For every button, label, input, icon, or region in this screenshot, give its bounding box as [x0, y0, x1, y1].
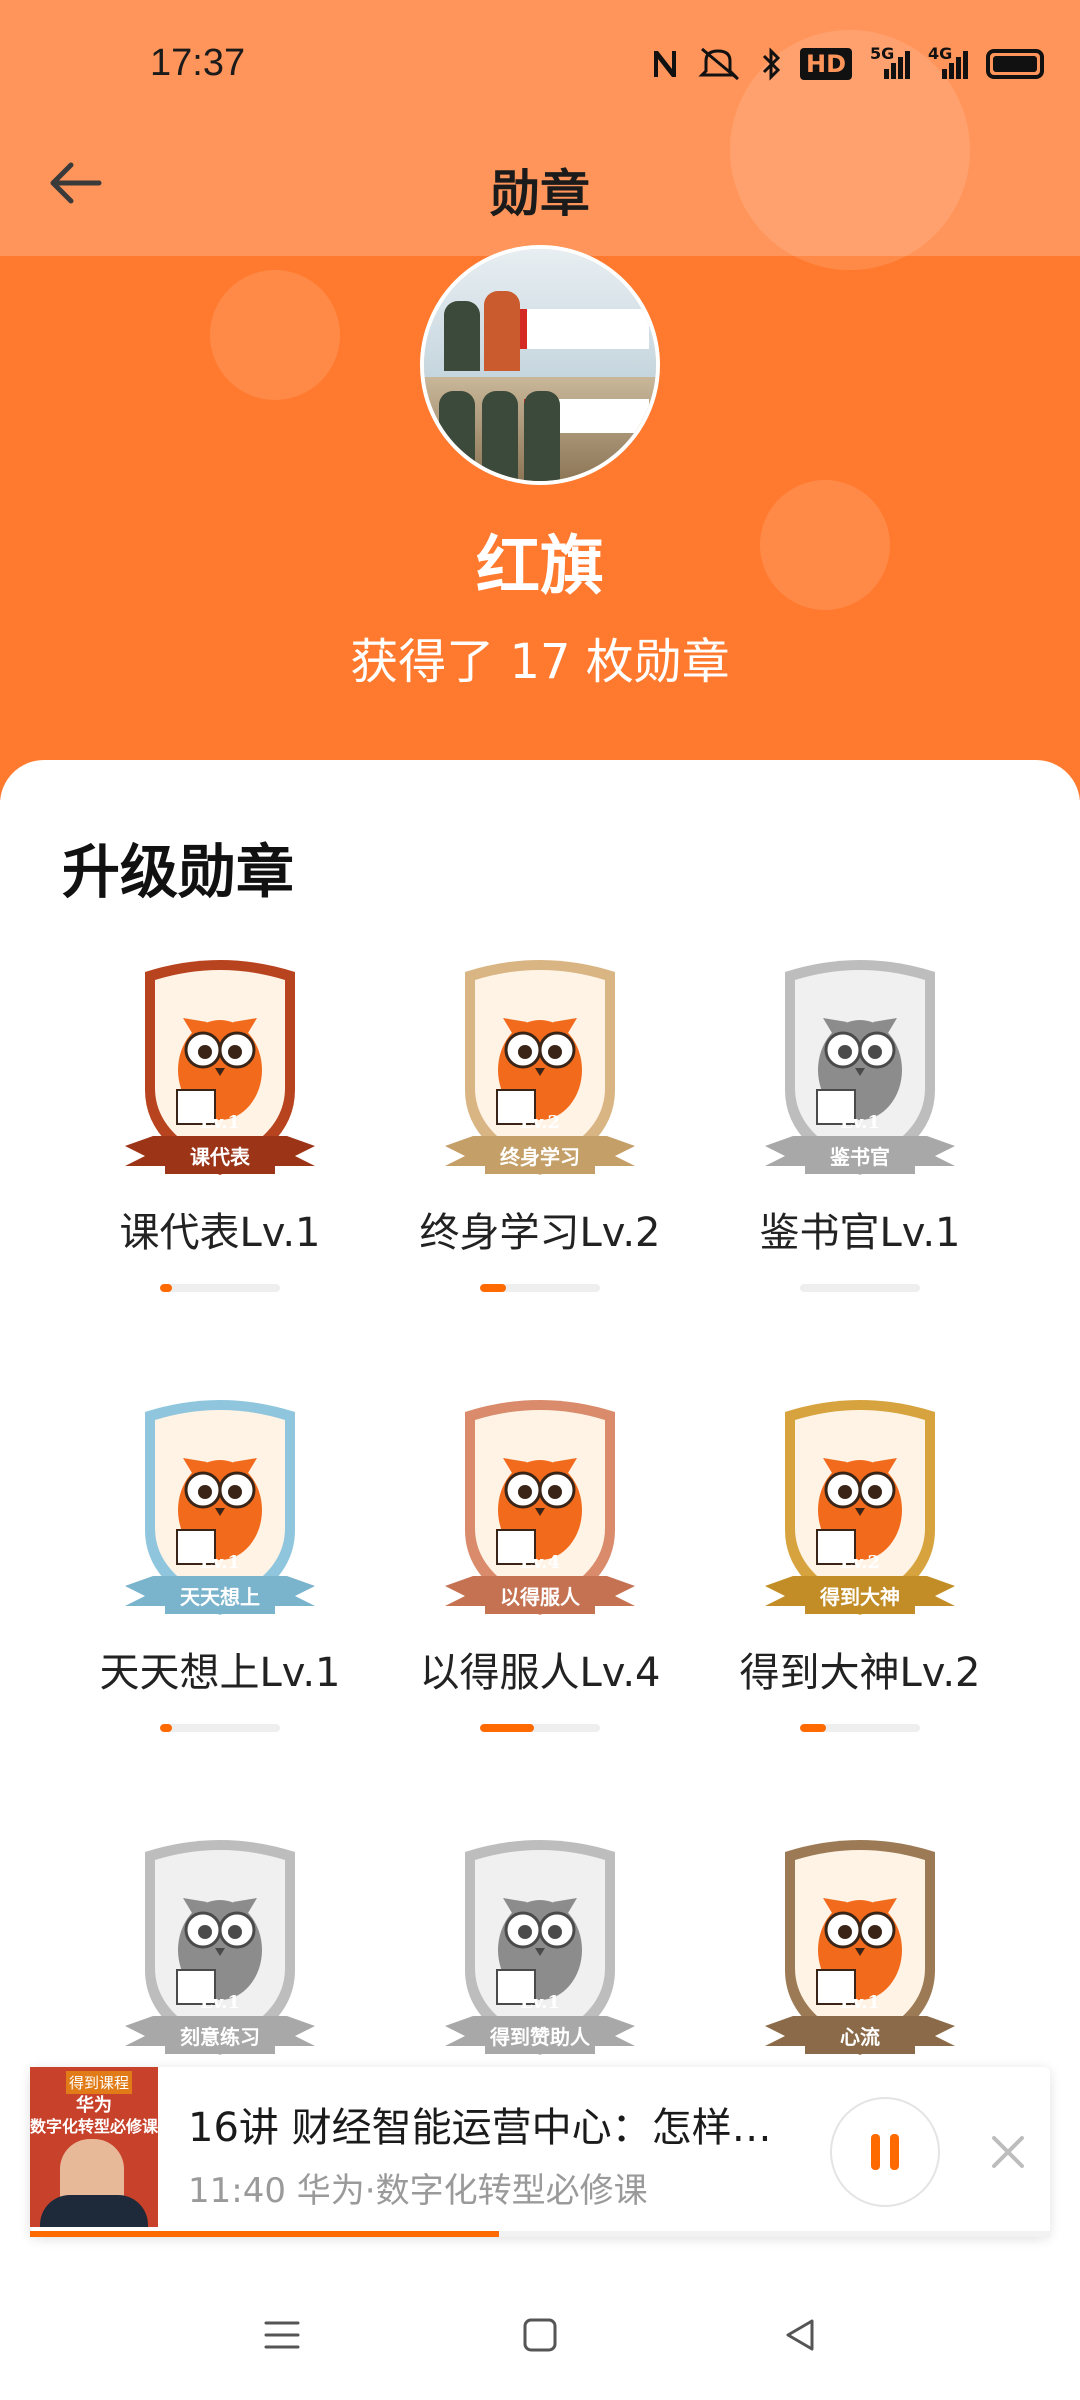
pause-icon-bar: [890, 2134, 899, 2170]
medal-badge-icon: Lv.1 课代表: [125, 960, 315, 1175]
medal-progress-bar: [800, 1724, 920, 1732]
medal-card: 升级勋章 Lv.1 课代表课代表Lv.1 Lv.2 终身学习终身学习Lv.2 Lv.1 鉴…: [0, 760, 1080, 2260]
svg-text:Lv.2: Lv.2: [520, 1112, 560, 1133]
svg-text:刻意练习: 刻意练习: [180, 2025, 260, 2049]
close-player-button[interactable]: [978, 2122, 1038, 2182]
medal-badge-icon: Lv.2 得到大神: [765, 1400, 955, 1615]
status-bar: 17:37 HD 5G 4G: [0, 0, 1080, 130]
page-title: 勋章: [490, 165, 590, 223]
medal-item[interactable]: Lv.1 课代表 课代表Lv.1: [60, 950, 380, 1350]
svg-text:Lv.1: Lv.1: [520, 1992, 560, 2013]
status-time: 17:37: [150, 42, 246, 84]
pause-button[interactable]: [830, 2097, 940, 2207]
medal-badge-icon: Lv.1 刻意练习: [125, 1840, 315, 2055]
nfc-icon: [650, 44, 680, 84]
signal-4g-icon: 4G: [928, 44, 968, 84]
battery-icon: [986, 49, 1044, 79]
medal-label: 终身学习Lv.2: [419, 1210, 661, 1256]
section-title: 升级勋章: [62, 838, 295, 906]
svg-text:Lv.1: Lv.1: [200, 1112, 240, 1133]
svg-text:终身学习: 终身学习: [500, 1145, 580, 1169]
svg-text:Lv.1: Lv.1: [200, 1992, 240, 2013]
medal-label: 鉴书官Lv.1: [759, 1210, 961, 1256]
hd-icon: HD: [799, 48, 852, 80]
player-progress-fill: [30, 2231, 500, 2237]
pause-icon: [871, 2134, 880, 2170]
top-nav: 勋章: [0, 130, 1080, 240]
medal-label: 得到大神Lv.2: [739, 1650, 981, 1696]
medal-progress-fill: [160, 1724, 172, 1732]
bluetooth-icon: [760, 44, 782, 84]
medal-label: 天天想上Lv.1: [99, 1650, 341, 1696]
course-cover[interactable]: 得到课程 华为 数字化转型必修课: [30, 2067, 158, 2227]
svg-text:Lv.2: Lv.2: [840, 1552, 880, 1573]
svg-text:Lv.1: Lv.1: [840, 1992, 880, 2013]
medal-badge-icon: Lv.2 终身学习: [445, 960, 635, 1175]
player-progress-bar[interactable]: [30, 2231, 1050, 2237]
home-icon[interactable]: [510, 2310, 570, 2360]
medal-item[interactable]: Lv.1 鉴书官 鉴书官Lv.1: [700, 950, 1020, 1350]
medal-progress-bar: [160, 1724, 280, 1732]
player-track-subtitle: 11:40 华为·数字化转型必修课: [188, 2171, 648, 2211]
medal-badge-icon: Lv.1 心流: [765, 1840, 955, 2055]
close-icon: [992, 2136, 1024, 2168]
medal-progress-fill: [160, 1284, 172, 1292]
user-avatar[interactable]: [420, 245, 660, 485]
medal-progress-fill: [800, 1724, 827, 1732]
svg-text:以得服人: 以得服人: [500, 1585, 581, 1609]
svg-text:课代表: 课代表: [190, 1145, 251, 1169]
svg-text:Lv.1: Lv.1: [840, 1112, 880, 1133]
medal-item[interactable]: Lv.1 天天想上 天天想上Lv.1: [60, 1390, 380, 1790]
svg-text:得到大神: 得到大神: [819, 1585, 900, 1609]
medal-item[interactable]: Lv.2 终身学习 终身学习Lv.2: [380, 950, 700, 1350]
system-nav-bar: [0, 2270, 1080, 2400]
medal-item[interactable]: Lv.4 以得服人 以得服人Lv.4: [380, 1390, 700, 1790]
cover-portrait-suit: [40, 2195, 148, 2227]
mini-player[interactable]: 得到课程 华为 数字化转型必修课 16讲 财经智能运营中心：怎样… 11:40 …: [30, 2067, 1050, 2237]
player-track-title[interactable]: 16讲 财经智能运营中心：怎样…: [188, 2095, 808, 2153]
medal-badge-icon: Lv.4 以得服人: [445, 1400, 635, 1615]
medal-badge-icon: Lv.1 鉴书官: [765, 960, 955, 1175]
medal-label: 以得服人Lv.4: [419, 1650, 661, 1696]
mute-icon: [698, 44, 742, 84]
status-icons: HD 5G 4G: [650, 44, 1044, 84]
medal-badge-icon: Lv.1 得到赞助人: [445, 1840, 635, 2055]
medal-progress-bar: [800, 1284, 920, 1292]
medal-progress-fill: [480, 1284, 507, 1292]
signal-5g-icon: 5G: [870, 44, 910, 84]
medal-progress-bar: [480, 1284, 600, 1292]
decor-bubble: [210, 270, 340, 400]
medal-progress-bar: [480, 1724, 600, 1732]
svg-text:心流: 心流: [840, 2025, 880, 2049]
medal-item[interactable]: Lv.2 得到大神 得到大神Lv.2: [700, 1390, 1020, 1790]
svg-text:鉴书官: 鉴书官: [829, 1145, 890, 1169]
svg-text:天天想上: 天天想上: [180, 1585, 260, 1609]
svg-text:Lv.4: Lv.4: [520, 1552, 560, 1573]
medal-badge-icon: Lv.1 天天想上: [125, 1400, 315, 1615]
medal-progress-fill: [480, 1724, 534, 1732]
back-triangle-icon[interactable]: [770, 2310, 830, 2360]
menu-icon[interactable]: [252, 2310, 312, 2360]
svg-text:Lv.1: Lv.1: [200, 1552, 240, 1573]
svg-text:得到赞助人: 得到赞助人: [489, 2025, 591, 2049]
user-name: 红旗: [476, 530, 604, 604]
medal-label: 课代表Lv.1: [119, 1210, 321, 1256]
cover-title-line2: 数字化转型必修课: [30, 2117, 158, 2136]
badge-count-text: 获得了 17 枚勋章: [350, 634, 730, 690]
medal-progress-bar: [160, 1284, 280, 1292]
